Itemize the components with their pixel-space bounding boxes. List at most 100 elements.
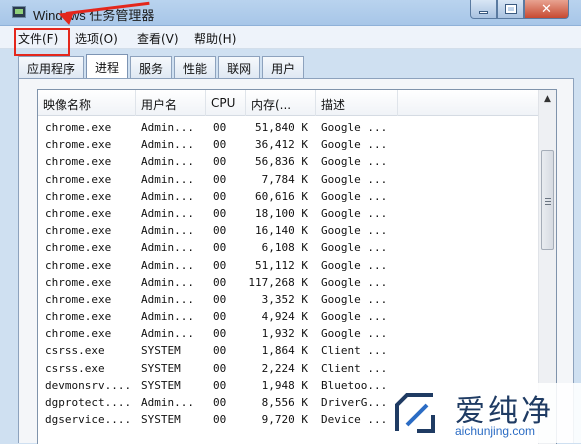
tab-users[interactable]: 用户 bbox=[262, 56, 305, 78]
watermark-logo-icon bbox=[395, 393, 435, 433]
process-cpu: 00 bbox=[213, 396, 227, 409]
menu-options[interactable]: 选项(O) bbox=[75, 30, 118, 47]
process-description: DriverG... bbox=[321, 396, 388, 409]
table-row[interactable]: chrome.exe Admin... 00 18,100 K Google ... bbox=[38, 206, 538, 223]
process-description: Google ... bbox=[321, 310, 388, 324]
process-user: Admin... bbox=[141, 172, 194, 186]
tab-services[interactable]: 服务 bbox=[130, 56, 173, 78]
process-name: dgservice.... bbox=[45, 413, 132, 427]
table-row[interactable]: chrome.exe Admin... 00 36,412 K Google ... bbox=[38, 137, 538, 154]
process-name: chrome.exe bbox=[45, 327, 112, 341]
table-row[interactable]: chrome.exe Admin... 00 51,112 K Google ... bbox=[38, 258, 538, 275]
title-bar[interactable]: Windows 任务管理器 ✕ bbox=[0, 0, 581, 26]
process-description: Google ... bbox=[321, 172, 388, 186]
process-memory: 1,864 K bbox=[261, 344, 308, 358]
process-user: Admin... bbox=[141, 138, 194, 152]
process-description: Client ... bbox=[321, 361, 388, 375]
table-row[interactable]: chrome.exe Admin... 00 6,108 K Google ... bbox=[38, 240, 538, 257]
process-description: Google ... bbox=[321, 138, 388, 152]
process-user: Admin... bbox=[141, 155, 194, 169]
process-description: Google ... bbox=[321, 189, 388, 203]
tab-applications[interactable]: 应用程序 bbox=[18, 56, 85, 78]
table-row[interactable]: chrome.exe Admin... 00 51,840 K Google ... bbox=[38, 120, 538, 137]
minimize-icon bbox=[479, 10, 488, 14]
process-cpu: 00 bbox=[213, 155, 227, 169]
process-memory: 56,836 K bbox=[255, 155, 308, 169]
minimize-button[interactable] bbox=[470, 0, 497, 19]
table-row[interactable]: chrome.exe Admin... 00 3,352 K Google ... bbox=[38, 292, 538, 309]
scroll-up-arrow-icon[interactable]: ▲ bbox=[539, 90, 556, 108]
process-memory: 36,412 K bbox=[255, 138, 308, 152]
table-row[interactable]: csrss.exe SYSTEM 00 2,224 K Client ... bbox=[38, 361, 538, 378]
process-description: Google ... bbox=[321, 155, 388, 169]
process-description: Google ... bbox=[321, 275, 388, 289]
process-memory: 60,616 K bbox=[255, 189, 308, 203]
table-row[interactable]: chrome.exe Admin... 00 60,616 K Google ... bbox=[38, 189, 538, 206]
process-description: Google ... bbox=[321, 241, 388, 255]
process-user: Admin... bbox=[141, 310, 194, 324]
watermark: 爱纯净 aichunjing.com bbox=[385, 383, 581, 443]
tab-processes[interactable]: 进程 bbox=[86, 54, 129, 78]
column-header-user[interactable]: 用户名 bbox=[136, 90, 206, 116]
maximize-icon bbox=[504, 4, 517, 14]
process-description: Google ... bbox=[321, 121, 388, 134]
process-cpu: 00 bbox=[213, 206, 227, 220]
table-row[interactable]: chrome.exe Admin... 00 56,836 K Google ... bbox=[38, 154, 538, 171]
process-name: chrome.exe bbox=[45, 241, 112, 255]
process-cpu: 00 bbox=[213, 413, 227, 427]
process-name: chrome.exe bbox=[45, 292, 112, 306]
process-description: Google ... bbox=[321, 206, 388, 220]
table-row[interactable]: chrome.exe Admin... 00 117,268 K Google ... bbox=[38, 275, 538, 292]
menu-help[interactable]: 帮助(H) bbox=[194, 30, 236, 47]
process-name: chrome.exe bbox=[45, 121, 112, 134]
process-cpu: 00 bbox=[213, 121, 227, 134]
process-description: Bluetoo... bbox=[321, 378, 388, 392]
table-row[interactable]: chrome.exe Admin... 00 16,140 K Google ... bbox=[38, 223, 538, 240]
process-memory: 3,352 K bbox=[261, 292, 308, 306]
table-row[interactable]: csrss.exe SYSTEM 00 1,864 K Client ... bbox=[38, 343, 538, 360]
tab-performance[interactable]: 性能 bbox=[174, 56, 217, 78]
process-memory: 4,924 K bbox=[261, 310, 308, 324]
process-user: Admin... bbox=[141, 121, 194, 134]
process-cpu: 00 bbox=[213, 361, 227, 375]
menu-view[interactable]: 查看(V) bbox=[137, 30, 179, 47]
process-memory: 18,100 K bbox=[255, 206, 308, 220]
column-header-image-name[interactable]: 映像名称 bbox=[38, 90, 136, 116]
process-user: SYSTEM bbox=[141, 361, 181, 375]
column-header-memory[interactable]: 内存(... bbox=[246, 90, 316, 116]
process-user: Admin... bbox=[141, 396, 194, 409]
window-controls: ✕ bbox=[470, 0, 569, 20]
process-user: Admin... bbox=[141, 327, 194, 341]
close-button[interactable]: ✕ bbox=[524, 0, 569, 19]
tab-networking[interactable]: 联网 bbox=[218, 56, 261, 78]
process-user: Admin... bbox=[141, 189, 194, 203]
process-name: devmonsrv.... bbox=[45, 378, 132, 392]
grip-line bbox=[545, 204, 551, 205]
process-name: chrome.exe bbox=[45, 172, 112, 186]
table-row[interactable]: chrome.exe Admin... 00 1,932 K Google ... bbox=[38, 326, 538, 343]
process-cpu: 00 bbox=[213, 292, 227, 306]
maximize-button[interactable] bbox=[497, 0, 524, 19]
process-user: Admin... bbox=[141, 241, 194, 255]
column-header-description[interactable]: 描述 bbox=[316, 90, 398, 116]
column-header-cpu[interactable]: CPU bbox=[206, 90, 246, 116]
process-description: Google ... bbox=[321, 258, 388, 272]
process-memory: 51,112 K bbox=[255, 258, 308, 272]
menu-file[interactable]: 文件(F) bbox=[18, 30, 58, 47]
process-memory: 117,268 K bbox=[248, 275, 308, 289]
process-user: SYSTEM bbox=[141, 413, 181, 427]
process-user: Admin... bbox=[141, 224, 194, 238]
table-row[interactable]: chrome.exe Admin... 00 4,924 K Google ... bbox=[38, 309, 538, 326]
process-description: Client ... bbox=[321, 344, 388, 358]
process-name: chrome.exe bbox=[45, 275, 112, 289]
process-cpu: 00 bbox=[213, 310, 227, 324]
process-memory: 6,108 K bbox=[261, 241, 308, 255]
process-cpu: 00 bbox=[213, 258, 227, 272]
process-description: Google ... bbox=[321, 224, 388, 238]
scroll-thumb[interactable] bbox=[541, 150, 554, 250]
process-user: Admin... bbox=[141, 258, 194, 272]
table-row[interactable]: chrome.exe Admin... 00 7,784 K Google ... bbox=[38, 172, 538, 189]
process-memory: 2,224 K bbox=[261, 361, 308, 375]
close-icon: ✕ bbox=[541, 1, 552, 17]
process-description: Google ... bbox=[321, 292, 388, 306]
